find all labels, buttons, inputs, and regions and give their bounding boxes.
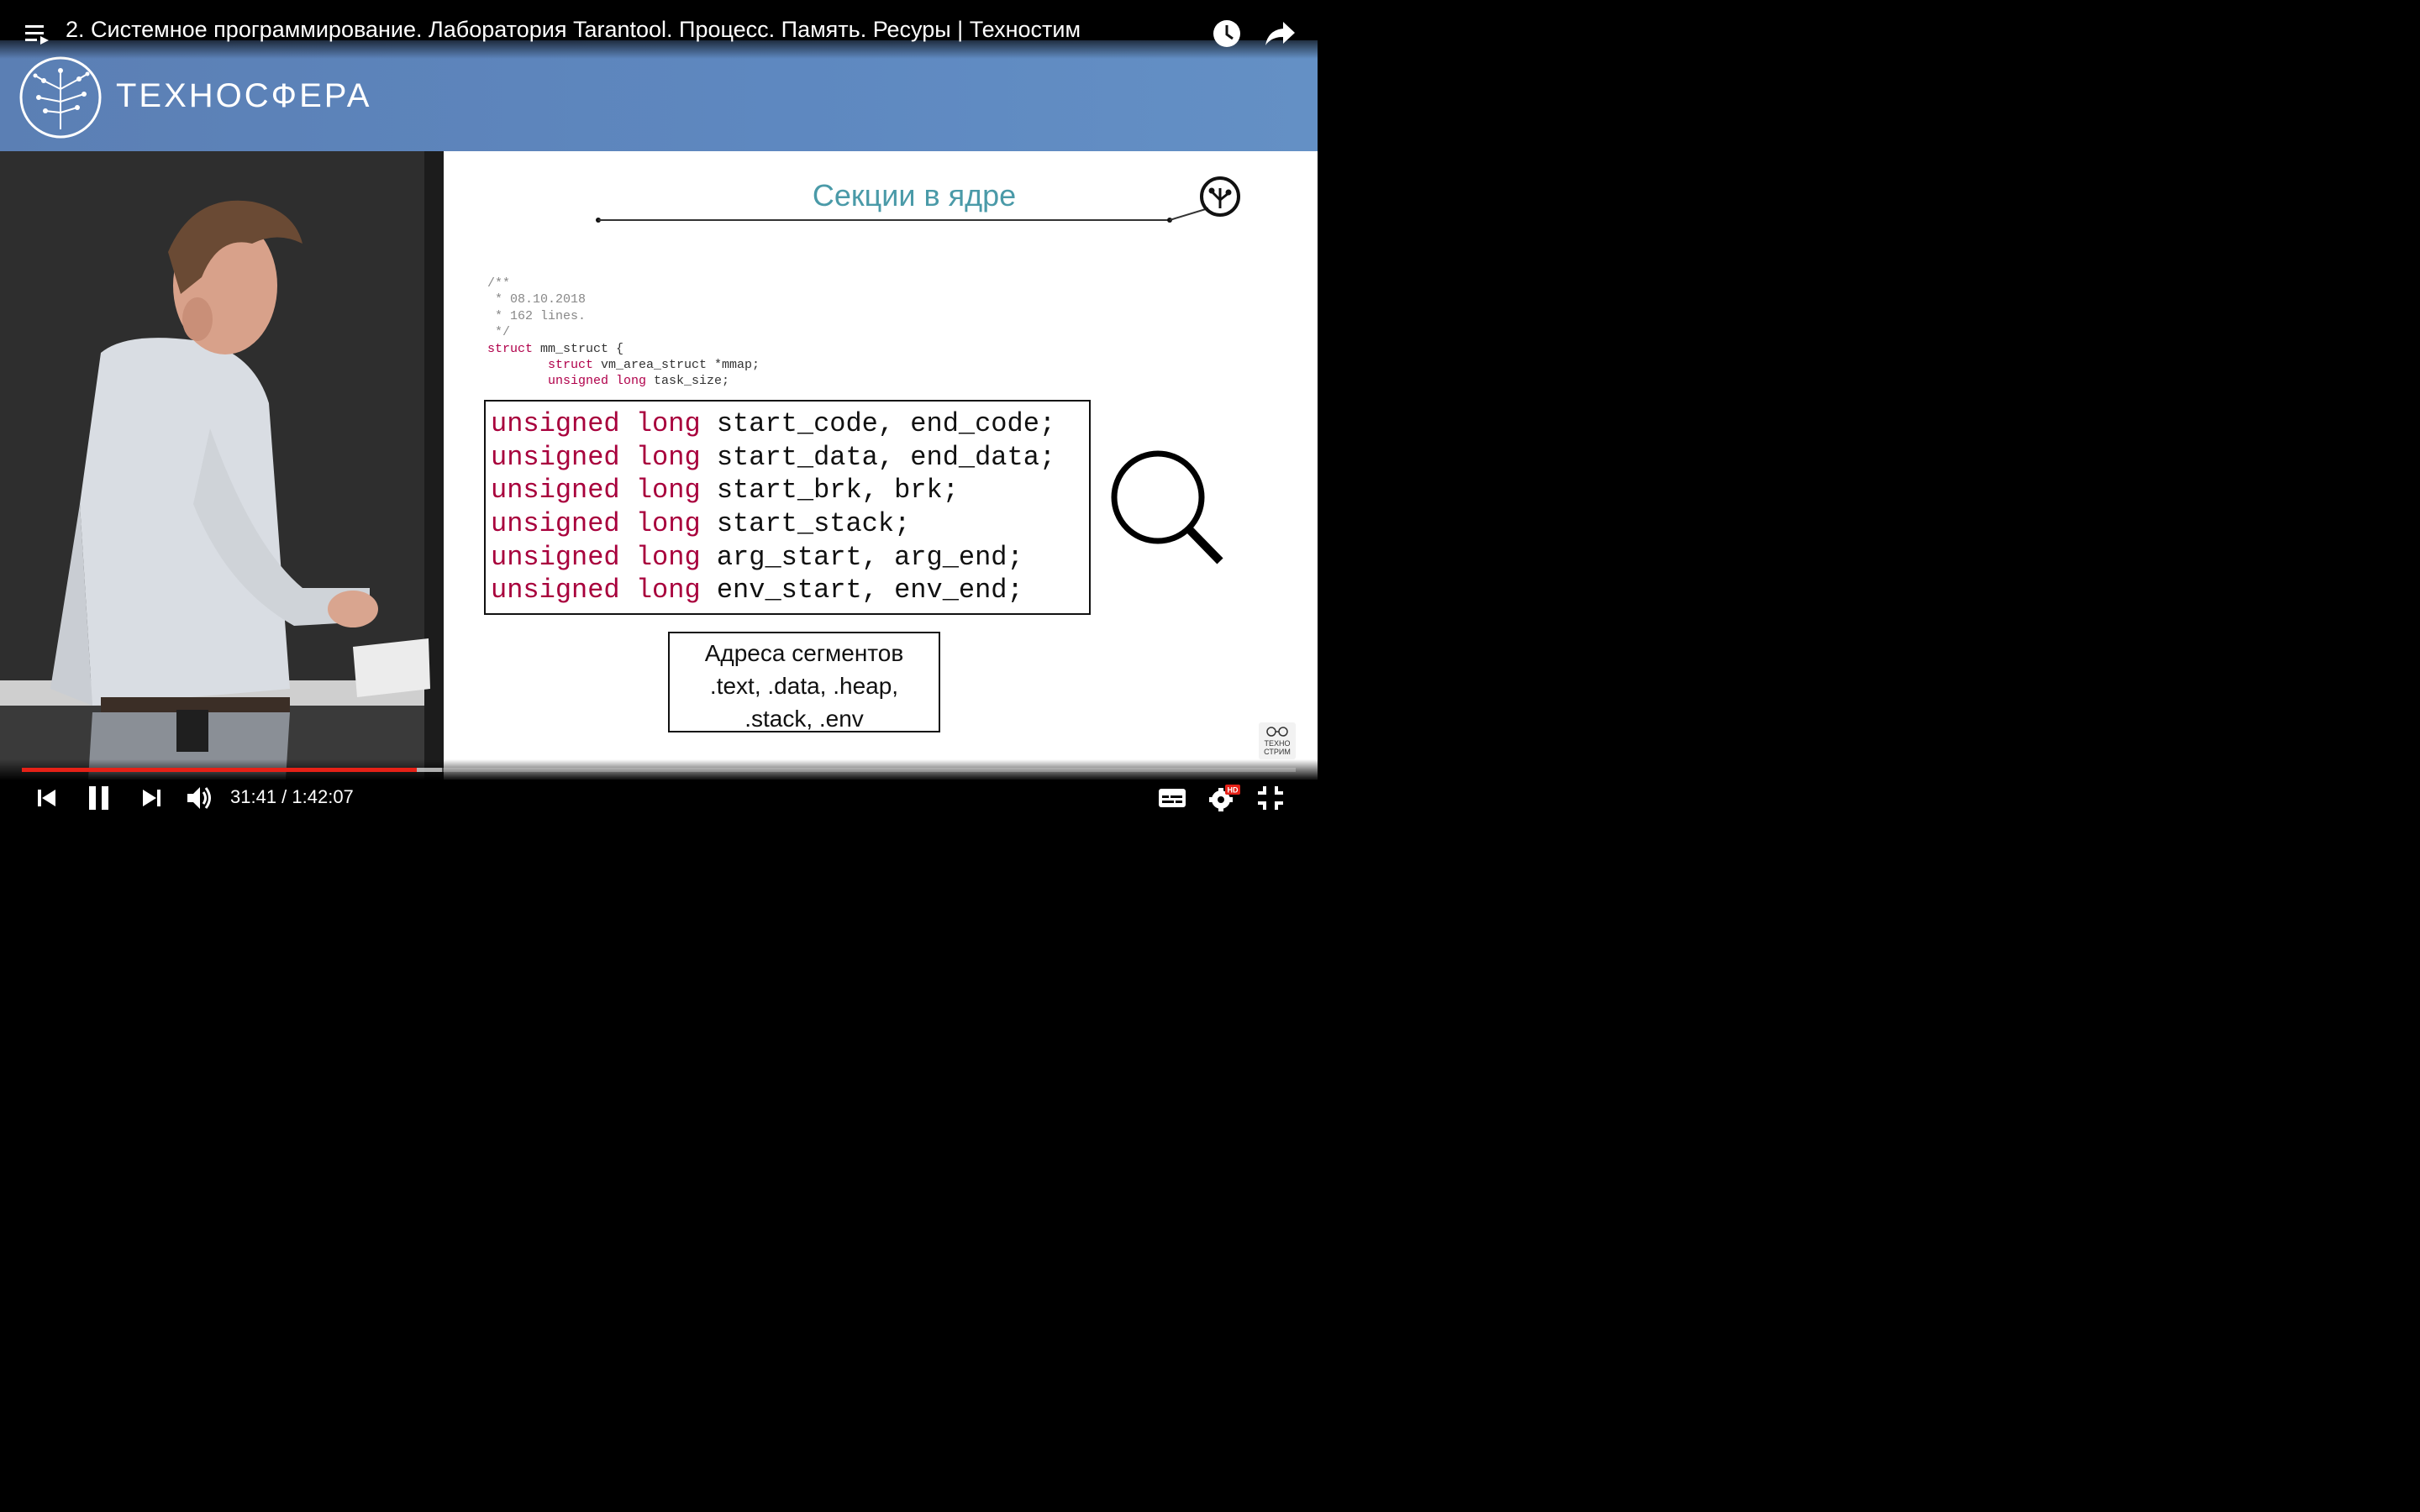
- segments-caption-line: Адреса сегментов: [704, 640, 904, 666]
- code-comment-line: /**: [487, 276, 511, 291]
- code-text: vm_area_struct *mmap;: [593, 358, 760, 373]
- badge-text: СТРИМ: [1264, 748, 1291, 756]
- field-type: unsigned long: [491, 542, 701, 573]
- field-line: unsigned long start_code, end_code;: [491, 408, 1055, 439]
- previous-icon[interactable]: [35, 783, 59, 813]
- subtitles-icon[interactable]: [1158, 783, 1186, 813]
- code-text: task_size;: [646, 374, 730, 389]
- field-type: unsigned long: [491, 575, 701, 606]
- glasses-icon: [1266, 727, 1288, 737]
- code-text: mm_struct {: [533, 341, 624, 356]
- pause-icon[interactable]: [87, 783, 111, 813]
- time-display: 31:41 / 1:42:07: [230, 786, 354, 807]
- progress-bar[interactable]: [22, 768, 1296, 772]
- field-names: start_brk, brk;: [716, 475, 959, 506]
- speaker-image: [0, 151, 456, 780]
- video-player[interactable]: ТЕХНОСФЕРА Секции в ядре /** * 08.10.201…: [0, 0, 1318, 823]
- top-title-bar: 2. Системное программирование. Лаборатор…: [0, 0, 1318, 59]
- field-names: arg_start, arg_end;: [716, 542, 1023, 573]
- next-icon[interactable]: [139, 783, 163, 813]
- brand-name: ТЕХНОСФЕРА: [116, 77, 372, 114]
- code-comment-line: * 162 lines.: [487, 308, 587, 323]
- share-icon[interactable]: [1263, 18, 1297, 49]
- exit-fullscreen-icon[interactable]: [1257, 783, 1284, 813]
- code-keyword: unsigned long: [548, 374, 647, 389]
- field-names: env_start, env_end;: [716, 575, 1023, 606]
- segments-caption-box: Адреса сегментов .text, .data, .heap, .s…: [668, 632, 940, 732]
- settings-icon[interactable]: HD: [1207, 783, 1240, 813]
- field-type: unsigned long: [491, 508, 701, 539]
- video-title[interactable]: 2. Системное программирование. Лаборатор…: [66, 17, 1081, 43]
- title-underline: [596, 207, 1209, 223]
- technosphere-logo: [19, 56, 102, 139]
- field-line: unsigned long env_start, env_end;: [491, 575, 1023, 606]
- progress-played: [22, 768, 418, 772]
- badge-text: ТЕХНО: [1264, 739, 1291, 748]
- code-keyword: struct: [548, 358, 594, 373]
- field-names: start_code, end_code;: [716, 408, 1056, 439]
- field-line: unsigned long arg_start, arg_end;: [491, 542, 1023, 573]
- volume-icon[interactable]: [185, 783, 215, 813]
- code-keyword: struct: [487, 341, 534, 356]
- field-type: unsigned long: [491, 475, 701, 506]
- field-line: unsigned long start_data, end_data;: [491, 442, 1055, 473]
- field-type: unsigned long: [491, 408, 701, 439]
- field-names: start_data, end_data;: [716, 442, 1056, 473]
- fields-code-box: unsigned long start_code, end_code; unsi…: [484, 400, 1091, 615]
- field-line: unsigned long start_brk, brk;: [491, 475, 959, 506]
- slide-logo-icon: [1200, 176, 1240, 217]
- speaker-camera-feed: [0, 151, 456, 780]
- playlist-icon[interactable]: [25, 24, 50, 45]
- code-comment-line: * 08.10.2018: [487, 292, 587, 307]
- technostrim-watermark: ТЕХНО СТРИМ: [1259, 722, 1296, 759]
- segments-caption-line: .text, .data, .heap,: [709, 673, 899, 699]
- field-line: unsigned long start_stack;: [491, 508, 910, 539]
- magnifier-icon: [1111, 450, 1223, 564]
- watch-later-icon[interactable]: [1212, 18, 1242, 49]
- segments-caption-line: .stack, .env: [744, 706, 864, 732]
- struct-header-code: /** * 08.10.2018 * 162 lines. */ struct …: [487, 276, 760, 390]
- hd-badge: HD: [1228, 786, 1239, 795]
- field-type: unsigned long: [491, 442, 701, 473]
- code-comment-line: */: [487, 325, 511, 340]
- field-names: start_stack;: [716, 508, 911, 539]
